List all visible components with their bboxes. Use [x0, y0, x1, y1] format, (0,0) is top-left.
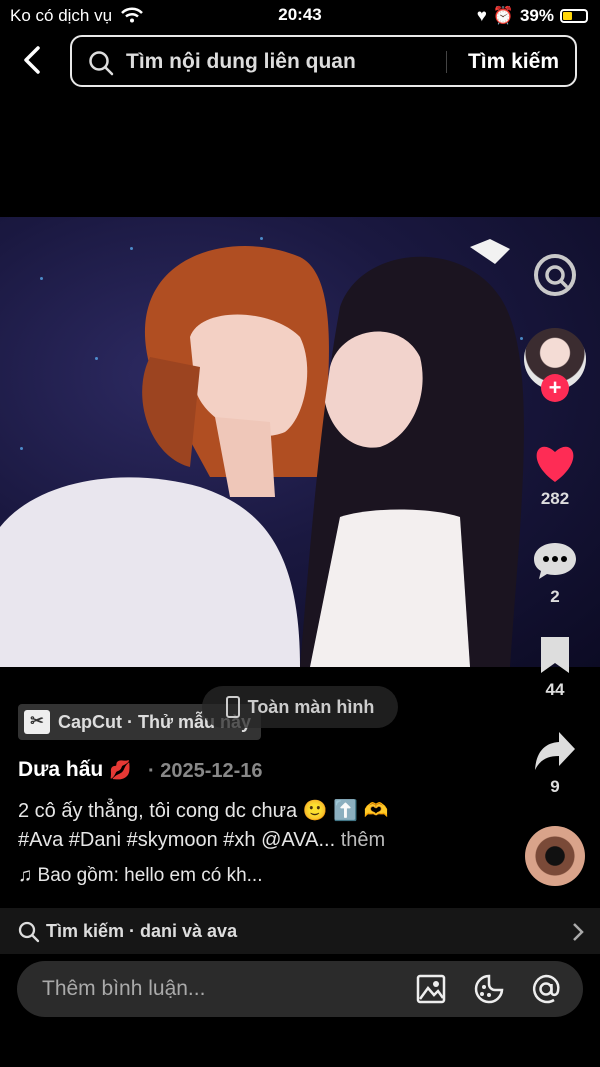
- heart-icon: [536, 446, 574, 482]
- fullscreen-label: Toàn màn hình: [247, 696, 375, 717]
- search-button[interactable]: Tìm kiếm: [468, 50, 559, 74]
- comment-count: 2: [550, 587, 560, 606]
- status-bar: Ko có dịch vụ 20:43 ♥ ⏰ 39%: [0, 0, 600, 32]
- like-count: 282: [540, 489, 570, 508]
- heart-status-icon: ♥: [476, 6, 487, 25]
- share-arrow-icon: [535, 732, 575, 770]
- music-disc-icon: [525, 826, 585, 886]
- chevron-left-icon: [24, 46, 40, 74]
- related-search-label: Tìm kiếm · dani và ava: [46, 921, 238, 941]
- share-count: 9: [550, 777, 560, 796]
- post-caption: 2 cô ấy thẳng, tôi cong dc chưa 🙂 ⬆️ 🫶 #…: [18, 797, 518, 855]
- music-title: Bao gồm: hello em có kh...: [37, 865, 263, 886]
- comment-button[interactable]: 2: [515, 540, 595, 607]
- alarm-icon: ⏰: [492, 6, 514, 25]
- status-right: ♥ ⏰ 39%: [477, 6, 588, 26]
- post-date: · 2025-12-16: [148, 760, 263, 782]
- related-search-bar[interactable]: Tìm kiếm · dani và ava: [0, 908, 600, 954]
- battery-icon: [560, 9, 588, 23]
- video-frame-image: [0, 239, 524, 667]
- creator-avatar[interactable]: +: [515, 328, 595, 402]
- like-button[interactable]: 282: [515, 442, 595, 509]
- follow-plus-icon[interactable]: +: [541, 374, 569, 402]
- search-input[interactable]: Tìm nội dung liên quan: [126, 50, 356, 74]
- music-disc-button[interactable]: [515, 826, 595, 886]
- capcut-icon: ✂: [24, 710, 50, 734]
- caption-line-1: 2 cô ấy thẳng, tôi cong dc chưa 🙂 ⬆️ 🫶: [18, 800, 389, 822]
- search-icon: [18, 921, 40, 943]
- image-icon[interactable]: [415, 973, 447, 1005]
- search-divider: [446, 51, 447, 73]
- share-button[interactable]: 9: [515, 730, 595, 797]
- search-bar[interactable]: Tìm nội dung liên quan Tìm kiếm: [70, 35, 577, 87]
- lips-emoji-icon: 💋: [109, 760, 132, 780]
- search-face-icon: [534, 254, 576, 296]
- comment-input[interactable]: Thêm bình luận...: [42, 977, 205, 1001]
- rotate-phone-icon: [225, 696, 240, 718]
- emoji-icon[interactable]: [473, 973, 505, 1005]
- comment-input-bar[interactable]: Thêm bình luận...: [17, 961, 583, 1017]
- comment-bubble-icon: [534, 543, 576, 579]
- video-player[interactable]: [0, 217, 600, 667]
- music-note-icon: ♫: [18, 865, 33, 886]
- author-name[interactable]: Dưa hấu 💋: [18, 758, 132, 782]
- mention-at-icon[interactable]: [530, 973, 562, 1005]
- chevron-right-icon: [573, 923, 584, 941]
- bookmark-count: 44: [545, 680, 565, 699]
- caption-hashtags[interactable]: #Ava #Dani #skymoon #xh @AVA...: [18, 829, 335, 851]
- battery-percent: 39%: [519, 6, 554, 25]
- back-button[interactable]: [18, 44, 50, 76]
- more-link[interactable]: thêm: [341, 829, 385, 851]
- search-icon: [89, 51, 114, 76]
- fullscreen-button[interactable]: Toàn màn hình: [202, 686, 398, 728]
- music-info[interactable]: ♫ Bao gồm: hello em có kh...: [18, 865, 262, 887]
- bookmark-icon: [541, 637, 569, 673]
- bookmark-button[interactable]: 44: [515, 635, 595, 700]
- related-search-button[interactable]: [515, 252, 595, 303]
